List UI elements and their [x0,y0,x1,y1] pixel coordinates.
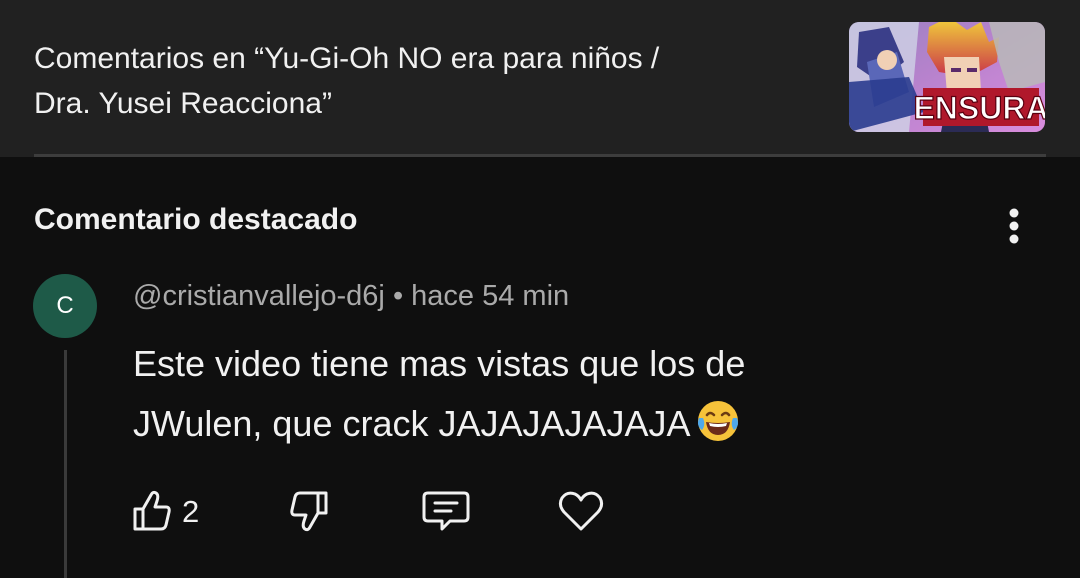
comment-text-line2-content: JWulen, que crack JAJAJAJAJAJA [133,403,691,444]
comment-text-line2: JWulen, que crack JAJAJAJAJAJA [133,394,1013,454]
like-button[interactable]: 2 [132,487,212,535]
meta-separator: • [392,280,404,312]
reply-button[interactable] [420,487,472,535]
avatar[interactable]: C [33,274,97,338]
section-title: Comentario destacado [34,203,358,236]
header-divider [34,154,1046,157]
comment-text: Este video tiene mas vistas que los de J… [133,334,1013,454]
comment-reply-icon [422,491,470,531]
thumbnail-text: ENSURA [913,90,1045,126]
video-header: Comentarios en “Yu-Gi-Oh NO era para niñ… [0,0,1080,157]
more-vertical-icon [1009,208,1019,244]
comment-text-line1: Este video tiene mas vistas que los de [133,343,746,384]
laughing-tears-emoji-icon [697,401,738,441]
video-title-line1: Comentarios en “Yu-Gi-Oh NO era para niñ… [34,42,660,75]
thread-line [64,350,67,578]
more-options-button[interactable] [994,204,1034,250]
video-title[interactable]: Comentarios en “Yu-Gi-Oh NO era para niñ… [34,36,814,126]
thumbs-down-icon [290,491,328,532]
dislike-button[interactable] [286,487,332,535]
heart-button[interactable] [555,487,607,535]
heart-icon [558,491,604,531]
like-count: 2 [182,494,200,529]
video-thumbnail[interactable]: ENSURA [849,22,1045,132]
thumbnail-image: ENSURA [849,22,1045,132]
thumbs-up-icon [133,490,171,531]
video-title-line2: Dra. Yusei Reacciona” [34,87,332,120]
comment-meta: @cristianvallejo-d6j • hace 54 min [133,280,569,313]
comment-author[interactable]: @cristianvallejo-d6j [133,280,385,312]
comment-time: hace 54 min [411,280,570,312]
